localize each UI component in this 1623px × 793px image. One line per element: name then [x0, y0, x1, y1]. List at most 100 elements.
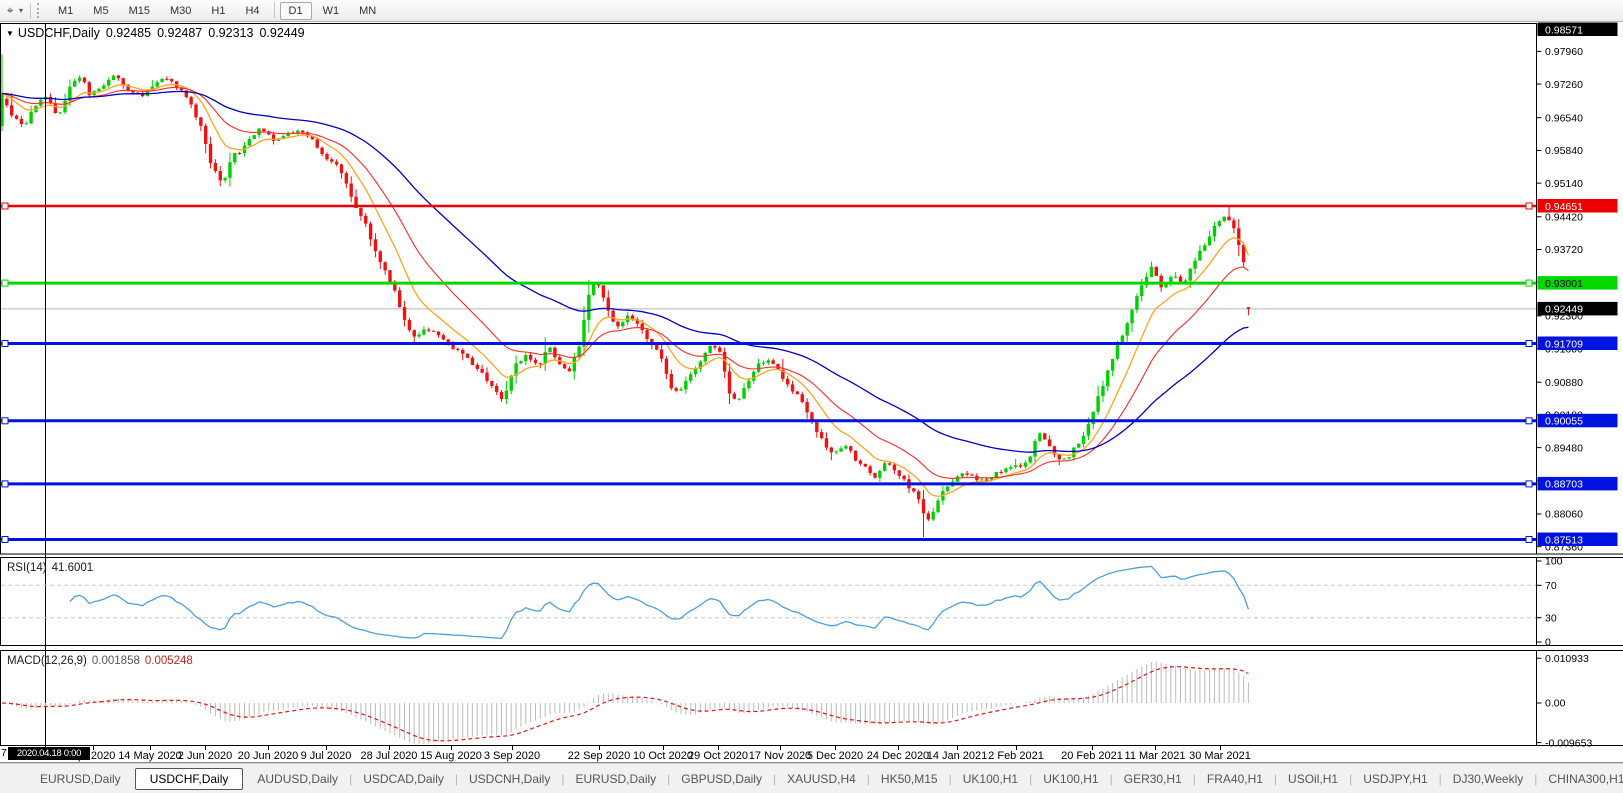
- chart-window[interactable]: 0.979600.972600.965400.958400.951400.944…: [0, 22, 1623, 763]
- toolbar-separator: [30, 3, 31, 19]
- hline-left-marker: [2, 280, 8, 286]
- date-tick-label: 22 Sep 2020: [568, 750, 630, 762]
- date-tick-label: 2 Feb 2021: [988, 750, 1044, 762]
- toolbar-separator: [274, 2, 275, 18]
- scale-box-0.90055: 0.90055: [1538, 414, 1618, 428]
- rsi-indicator-label: RSI(14)41.6001: [7, 562, 93, 574]
- rsi-scale-label: 70: [1545, 580, 1557, 592]
- rsi-scale-label: 100: [1545, 556, 1563, 568]
- timeframe-button-m30[interactable]: M30: [161, 2, 200, 20]
- symbol-tabs: EURUSD,DailyUSDCHF,DailyAUDUSD,Daily|USD…: [30, 768, 1623, 790]
- quote-line: ▼USDCHF,Daily0.924850.924870.923130.9244…: [6, 26, 305, 40]
- timeframe-button-m15[interactable]: M15: [120, 2, 159, 20]
- hline-left-marker: [2, 537, 8, 543]
- date-tick-label: 3 Sep 2020: [484, 750, 540, 762]
- tab-usdjpy-h1-14[interactable]: USDJPY,H1: [1353, 769, 1437, 789]
- date-tick-label: 20 Feb 2021: [1061, 750, 1123, 762]
- tab-dj30-weekly-15[interactable]: DJ30,Weekly: [1443, 769, 1533, 789]
- timeframe-toolbar: M1M5M15M30H1H4 D1W1MN: [48, 2, 386, 20]
- tab-china300-h1-16[interactable]: CHINA300,H1: [1538, 769, 1623, 789]
- date-tick-label: 30 Mar 2021: [1189, 750, 1251, 762]
- date-tick-label: 20 Jun 2020: [238, 750, 299, 762]
- macd-indicator-label: MACD(12,26,9) 0.001858 0.005248: [7, 655, 193, 667]
- hline-left-marker: [2, 203, 8, 209]
- date-tick-label: 2 Jun 2020: [178, 750, 232, 762]
- tab-usdcad-daily-3[interactable]: USDCAD,Daily: [353, 769, 454, 789]
- rsi-scale-label: 30: [1545, 612, 1557, 624]
- hline-right-marker: [1526, 203, 1532, 209]
- date-tick-label: 17 Nov 2020: [749, 750, 811, 762]
- date-tick-label: 9 Jul 2020: [301, 750, 352, 762]
- quote-close: 0.92449: [259, 26, 304, 40]
- price-tick-label: 0.89480: [1545, 442, 1583, 454]
- date-tick-label: 24 Dec 2020: [867, 750, 929, 762]
- tab-audusd-daily-2[interactable]: AUDUSD,Daily: [247, 769, 348, 789]
- price-tick-label: 0.90880: [1545, 377, 1583, 389]
- scale-box-top: 0.98571: [1538, 23, 1618, 37]
- price-tick-label: 0.94420: [1545, 212, 1583, 224]
- tab-usoil-h1-13[interactable]: USOil,H1: [1278, 769, 1348, 789]
- svg-text:0.91709: 0.91709: [1545, 338, 1583, 350]
- toolbar-grip[interactable]: [37, 3, 42, 18]
- tab-fra40-h1-12[interactable]: FRA40,H1: [1197, 769, 1273, 789]
- hline-left-marker: [2, 481, 8, 487]
- macd-scale-label: 0.00: [1545, 698, 1566, 710]
- date-tick-label: 14 May 2020: [118, 750, 182, 762]
- tab-eurusd-daily-5[interactable]: EURUSD,Daily: [565, 769, 666, 789]
- macd-name: MACD(12,26,9): [7, 655, 87, 667]
- tab-xauusd-h4-7[interactable]: XAUUSD,H4: [777, 769, 866, 789]
- hline-left-marker: [2, 341, 8, 347]
- quote-low: 0.92313: [208, 26, 253, 40]
- quote-open: 0.92485: [106, 26, 151, 40]
- svg-text:0.92449: 0.92449: [1545, 304, 1583, 316]
- svg-text:0.88703: 0.88703: [1545, 479, 1583, 491]
- symbol-tabbar: EURUSD,DailyUSDCHF,DailyAUDUSD,Daily|USD…: [0, 763, 1623, 793]
- svg-text:0.98571: 0.98571: [1545, 24, 1583, 36]
- tab-gbpusd-daily-6[interactable]: GBPUSD,Daily: [671, 769, 772, 789]
- price-tick-label: 0.88060: [1545, 509, 1583, 521]
- chart-svg[interactable]: 0.979600.972600.965400.958400.951400.944…: [0, 22, 1623, 763]
- tab-hk50-m15-8[interactable]: HK50,M15: [871, 769, 948, 789]
- tab-eurusd-daily-0[interactable]: EURUSD,Daily: [30, 769, 131, 789]
- price-tick-label: 0.97260: [1545, 79, 1583, 91]
- price-tick-label: 0.97960: [1545, 46, 1583, 58]
- timeframe-button-mn[interactable]: MN: [350, 2, 385, 20]
- rsi-scale-label: 0: [1545, 637, 1551, 649]
- tab-uk100-h1-10[interactable]: UK100,H1: [1033, 769, 1108, 789]
- timeframe-button-h1[interactable]: H1: [202, 2, 234, 20]
- timeframe-button-m1[interactable]: M1: [49, 2, 82, 20]
- timeframe-button-m5[interactable]: M5: [84, 2, 117, 20]
- scale-box-0.93001: 0.93001: [1538, 276, 1618, 290]
- date-tick-label: 29 Oct 2020: [688, 750, 748, 762]
- scale-box-bid: 0.92449: [1538, 302, 1618, 316]
- tab-usdchf-daily-1[interactable]: USDCHF,Daily: [135, 768, 244, 790]
- timeframe-button-w1[interactable]: W1: [314, 2, 349, 20]
- rsi-name: RSI(14): [7, 562, 47, 574]
- tab-ger30-h1-11[interactable]: GER30,H1: [1114, 769, 1192, 789]
- scale-box-0.87513: 0.87513: [1538, 533, 1618, 547]
- svg-text:0.93001: 0.93001: [1545, 278, 1583, 290]
- price-tick-label: 0.96540: [1545, 112, 1583, 124]
- hline-right-marker: [1526, 280, 1532, 286]
- date-tick-label: 10 Oct 2020: [633, 750, 693, 762]
- date-axis-partial-label: 7: [1, 747, 7, 759]
- symbol-dropdown-icon[interactable]: ▼: [6, 29, 14, 38]
- timeframe-button-h4[interactable]: H4: [236, 2, 268, 20]
- date-tick-label: 14 Jan 2021: [927, 750, 988, 762]
- crosshair-tool-icon[interactable]: ⌖: [1, 3, 19, 18]
- chart-background: [0, 22, 1623, 763]
- svg-text:0.90055: 0.90055: [1545, 416, 1583, 428]
- scale-box-0.94651: 0.94651: [1538, 199, 1618, 213]
- tab-uk100-h1-9[interactable]: UK100,H1: [953, 769, 1028, 789]
- tab-usdcnh-daily-4[interactable]: USDCNH,Daily: [459, 769, 560, 789]
- hline-right-marker: [1526, 418, 1532, 424]
- timeframe-button-d1[interactable]: D1: [280, 2, 312, 20]
- svg-text:0.87513: 0.87513: [1545, 534, 1583, 546]
- tool-dropdown-caret-icon[interactable]: ▾: [19, 6, 23, 15]
- macd-signal-value: 0.005248: [145, 655, 193, 667]
- macd-main-value: 0.001858: [92, 655, 140, 667]
- scale-box-0.91709: 0.91709: [1538, 337, 1618, 351]
- date-tick-label: 28 Jul 2020: [361, 750, 418, 762]
- hline-right-marker: [1526, 341, 1532, 347]
- scale-box-0.88703: 0.88703: [1538, 477, 1618, 491]
